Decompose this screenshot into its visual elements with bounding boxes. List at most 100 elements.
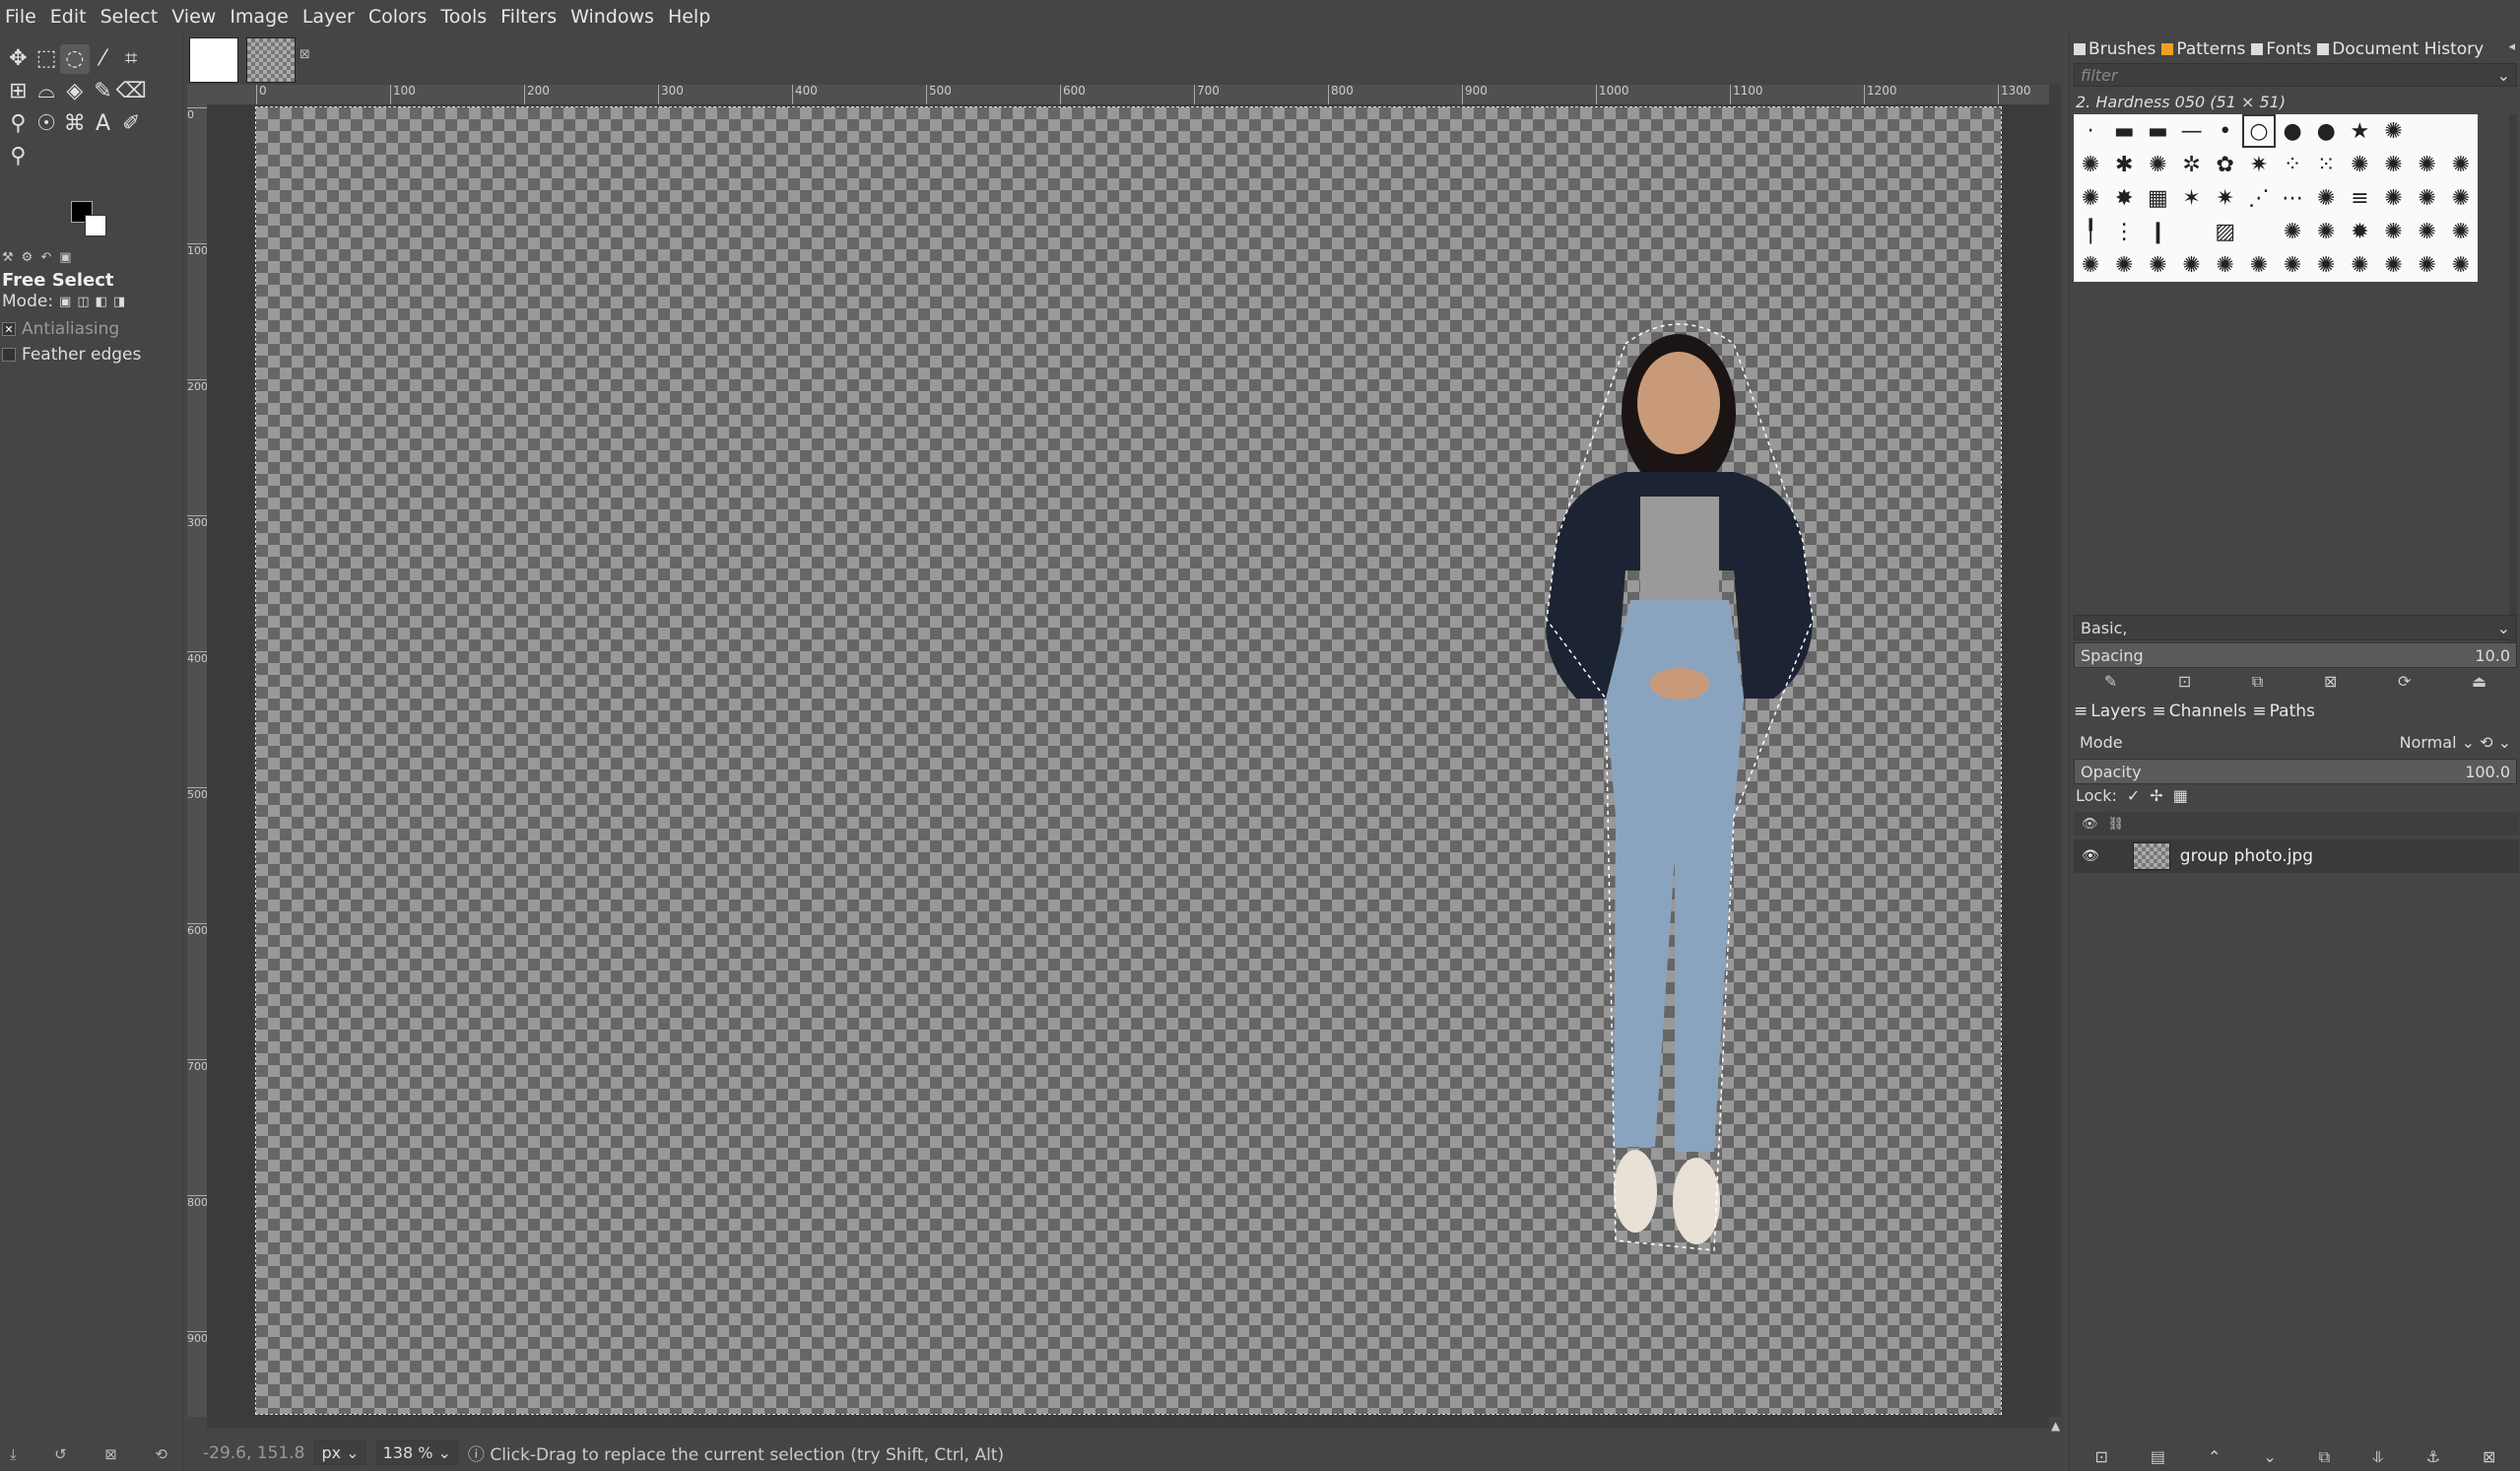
- brush-item[interactable]: ⋮: [2107, 215, 2141, 248]
- horizontal-ruler[interactable]: 0 100 200 300 400 500 600 700 800 900 1000 1100 1200…: [207, 85, 2049, 105]
- brush-item[interactable]: ✿: [2209, 148, 2242, 181]
- tool-options-icon[interactable]: ⚒: [2, 250, 14, 266]
- brush-item[interactable]: ✺: [2343, 148, 2376, 181]
- layer-visibility-icon[interactable]: 👁: [2082, 848, 2099, 864]
- brush-item[interactable]: ✺: [2411, 148, 2444, 181]
- brush-item[interactable]: ╿: [2074, 215, 2107, 248]
- brush-item[interactable]: ✺: [2377, 148, 2411, 181]
- feather-checkbox[interactable]: [2, 348, 16, 362]
- menu-colors[interactable]: Colors: [362, 0, 434, 33]
- duplicate-brush-icon[interactable]: ⧉: [2252, 672, 2263, 692]
- menu-image[interactable]: Image: [223, 0, 296, 33]
- canvas-area[interactable]: [207, 104, 2049, 1417]
- brush-item[interactable]: ▬: [2107, 114, 2141, 148]
- menu-windows[interactable]: Windows: [564, 0, 661, 33]
- tab-document-history[interactable]: Document History: [2317, 39, 2484, 59]
- brush-item[interactable]: ✺: [2343, 248, 2376, 282]
- brush-item[interactable]: ✺: [2377, 181, 2411, 215]
- brush-item[interactable]: ●: [2309, 114, 2343, 148]
- brush-item[interactable]: ✺: [2309, 215, 2343, 248]
- fuzzy-select-icon[interactable]: ⁄: [89, 44, 118, 74]
- brush-item[interactable]: ✺: [2377, 114, 2411, 148]
- brush-item[interactable]: [2411, 114, 2444, 148]
- eraser-icon[interactable]: ⌫: [116, 77, 147, 106]
- move-tool-icon[interactable]: ✥: [3, 44, 33, 74]
- dock-menu-icon[interactable]: ◂: [2508, 39, 2515, 54]
- brush-item[interactable]: ✺: [2107, 248, 2141, 282]
- brush-item[interactable]: ⁙: [2309, 148, 2343, 181]
- zoom-icon[interactable]: ⚲: [3, 141, 33, 170]
- tab-fonts[interactable]: Fonts: [2251, 39, 2311, 59]
- bucket-fill-icon[interactable]: ◈: [60, 77, 90, 106]
- brush-item[interactable]: ✱: [2107, 148, 2141, 181]
- mode-replace-icon[interactable]: ▣: [59, 295, 71, 309]
- brush-item[interactable]: ✺: [2074, 181, 2107, 215]
- reset-options-icon[interactable]: ⟲: [155, 1445, 167, 1463]
- brush-item[interactable]: [2175, 215, 2209, 248]
- menu-edit[interactable]: Edit: [43, 0, 94, 33]
- ruler-corner[interactable]: [187, 85, 207, 104]
- brush-item[interactable]: ⋯: [2276, 181, 2309, 215]
- undo-history-icon[interactable]: ↶: [40, 250, 51, 266]
- color-picker-icon[interactable]: ✐: [116, 108, 146, 138]
- open-brush-icon[interactable]: ⏏: [2472, 672, 2487, 692]
- mode-subtract-icon[interactable]: ◧: [96, 295, 107, 309]
- image-canvas[interactable]: [255, 106, 2002, 1415]
- brush-grid[interactable]: · ▬ ▬ — • ○ ● ● ★ ✺ ✺ ✱ ✺ ✲ ✿ ✷ ⁘ ⁙ ✺ ✺ ✺ ✺ ✺ ✸ ▦ ✶ ✷ ⋰ ⋯ ✺ ≡ ✺ ✺ ✺ ╿ ⋮ ❙ ▨ ✺ ✺…: [2074, 114, 2478, 282]
- new-layer-group-icon[interactable]: ▤: [2151, 1447, 2165, 1467]
- tag-field[interactable]: Basic, ⌄: [2074, 615, 2517, 640]
- menu-select[interactable]: Select: [94, 0, 166, 33]
- vertical-ruler[interactable]: 0 100 200 300 400 500 600 700 800 900: [187, 104, 208, 1417]
- brush-item[interactable]: ✺: [2377, 248, 2411, 282]
- restore-options-icon[interactable]: ↺: [54, 1445, 67, 1463]
- new-layer-icon[interactable]: ⊡: [2094, 1447, 2107, 1467]
- unit-select[interactable]: px ⌄: [314, 1440, 366, 1465]
- lock-pixels-icon[interactable]: ✓: [2127, 786, 2140, 805]
- brush-item[interactable]: ✺: [2444, 181, 2478, 215]
- warp-transform-icon[interactable]: ⌓: [32, 77, 61, 106]
- brush-item[interactable]: ✺: [2444, 215, 2478, 248]
- lower-layer-icon[interactable]: ⌄: [2263, 1447, 2276, 1467]
- brush-filter-field[interactable]: filter ⌄: [2074, 63, 2517, 87]
- merge-layer-icon[interactable]: ⥥: [2372, 1447, 2384, 1467]
- save-options-icon[interactable]: ⤓: [10, 1445, 17, 1463]
- menu-file[interactable]: File: [0, 0, 43, 33]
- spacing-field[interactable]: Spacing 10.0: [2074, 642, 2517, 668]
- brush-item[interactable]: ✶: [2175, 181, 2209, 215]
- brush-item[interactable]: ✷: [2242, 148, 2276, 181]
- lock-position-icon[interactable]: ✢: [2150, 786, 2162, 805]
- layer-name[interactable]: group photo.jpg: [2180, 846, 2313, 866]
- brush-item[interactable]: ✺: [2309, 181, 2343, 215]
- brush-item[interactable]: ✺: [2242, 248, 2276, 282]
- delete-layer-icon[interactable]: ⊠: [2483, 1447, 2495, 1467]
- tab-brushes[interactable]: Brushes: [2074, 39, 2155, 59]
- layer-thumbnail[interactable]: [2132, 842, 2170, 870]
- lock-alpha-icon[interactable]: ▦: [2173, 786, 2188, 805]
- layer-mode-row[interactable]: Mode Normal ⌄ ⟲ ⌄: [2074, 727, 2517, 757]
- brush-item[interactable]: —: [2175, 114, 2209, 148]
- brush-item[interactable]: ✺: [2411, 181, 2444, 215]
- menu-view[interactable]: View: [165, 0, 223, 33]
- brush-item[interactable]: ≡: [2343, 181, 2376, 215]
- brush-item[interactable]: ✺: [2074, 248, 2107, 282]
- menu-tools[interactable]: Tools: [433, 0, 494, 33]
- brush-item[interactable]: ⋰: [2242, 181, 2276, 215]
- tab-patterns[interactable]: Patterns: [2161, 39, 2245, 59]
- tag-dropdown-icon[interactable]: ⌄: [2497, 619, 2510, 637]
- brush-item[interactable]: ✺: [2276, 215, 2309, 248]
- brush-item[interactable]: ✺: [2411, 215, 2444, 248]
- brush-item[interactable]: ✺: [2276, 248, 2309, 282]
- brush-item[interactable]: ✺: [2309, 248, 2343, 282]
- brush-item[interactable]: ✺: [2377, 215, 2411, 248]
- tab-layers[interactable]: ≡ Layers: [2074, 702, 2147, 721]
- delete-brush-icon[interactable]: ⊠: [2324, 672, 2337, 692]
- fg-bg-colors[interactable]: [71, 201, 110, 240]
- brush-item[interactable]: ·: [2074, 114, 2107, 148]
- paintbrush-icon[interactable]: ✎: [89, 77, 118, 106]
- brush-item[interactable]: ●: [2276, 114, 2309, 148]
- device-status-icon[interactable]: ⚙: [22, 250, 33, 266]
- brush-item[interactable]: ✺: [2209, 248, 2242, 282]
- anchor-layer-icon[interactable]: ⚓: [2426, 1447, 2440, 1467]
- brush-item[interactable]: ✺: [2141, 148, 2174, 181]
- brush-item[interactable]: ✺: [2141, 248, 2174, 282]
